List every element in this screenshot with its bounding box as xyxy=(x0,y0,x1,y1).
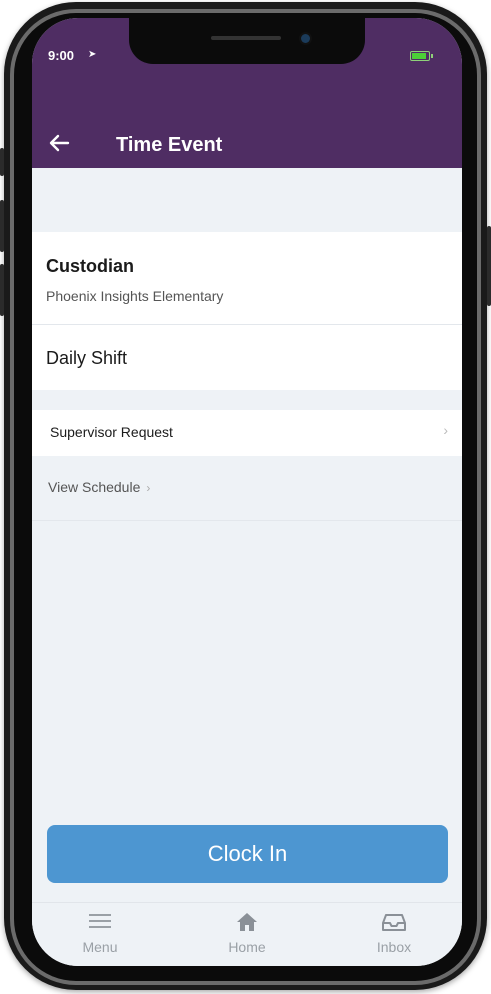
home-icon xyxy=(207,911,287,935)
menu-icon xyxy=(60,911,140,935)
back-button[interactable] xyxy=(48,132,74,158)
job-card: Custodian Phoenix Insights Elementary Da… xyxy=(32,232,462,390)
chevron-right-icon: › xyxy=(146,481,151,495)
supervisor-request-label: Supervisor Request xyxy=(50,424,173,440)
speaker-grille xyxy=(211,36,281,40)
tab-home[interactable]: Home xyxy=(207,911,287,955)
side-button-volume-down xyxy=(0,264,4,316)
view-schedule-label: View Schedule xyxy=(48,479,141,495)
inbox-icon xyxy=(354,911,434,935)
clock-in-button[interactable]: Clock In xyxy=(47,825,448,883)
job-location: Phoenix Insights Elementary xyxy=(46,288,224,304)
page-title: Time Event xyxy=(116,134,223,156)
side-button-power xyxy=(487,226,491,306)
location-arrow-icon: ➤ xyxy=(88,49,97,60)
tab-menu[interactable]: Menu xyxy=(60,911,140,955)
tab-home-label: Home xyxy=(228,939,266,955)
divider xyxy=(32,324,462,325)
shift-label: Daily Shift xyxy=(46,348,128,368)
chevron-right-icon: › xyxy=(443,422,448,438)
front-camera xyxy=(301,34,310,43)
app-screen: 9:00 ➤ Time Event Custodian Phoenix Insi… xyxy=(32,18,462,966)
tab-inbox-label: Inbox xyxy=(376,939,412,955)
view-schedule-link[interactable]: View Schedule › xyxy=(48,479,150,495)
side-button-volume-up xyxy=(0,200,4,252)
bottom-tab-bar: Menu Home Inbox xyxy=(32,902,462,966)
tab-menu-label: Menu xyxy=(82,939,118,955)
status-time: 9:00 xyxy=(48,48,75,63)
battery-icon xyxy=(410,51,433,61)
device-notch xyxy=(129,18,365,64)
tab-inbox[interactable]: Inbox xyxy=(354,911,434,955)
job-title: Custodian xyxy=(46,256,134,276)
clock-in-label: Clock In xyxy=(207,841,288,866)
supervisor-request-row[interactable]: Supervisor Request › xyxy=(32,410,462,456)
back-arrow-icon xyxy=(49,134,70,152)
side-button-mute xyxy=(0,148,4,176)
divider xyxy=(32,520,462,521)
